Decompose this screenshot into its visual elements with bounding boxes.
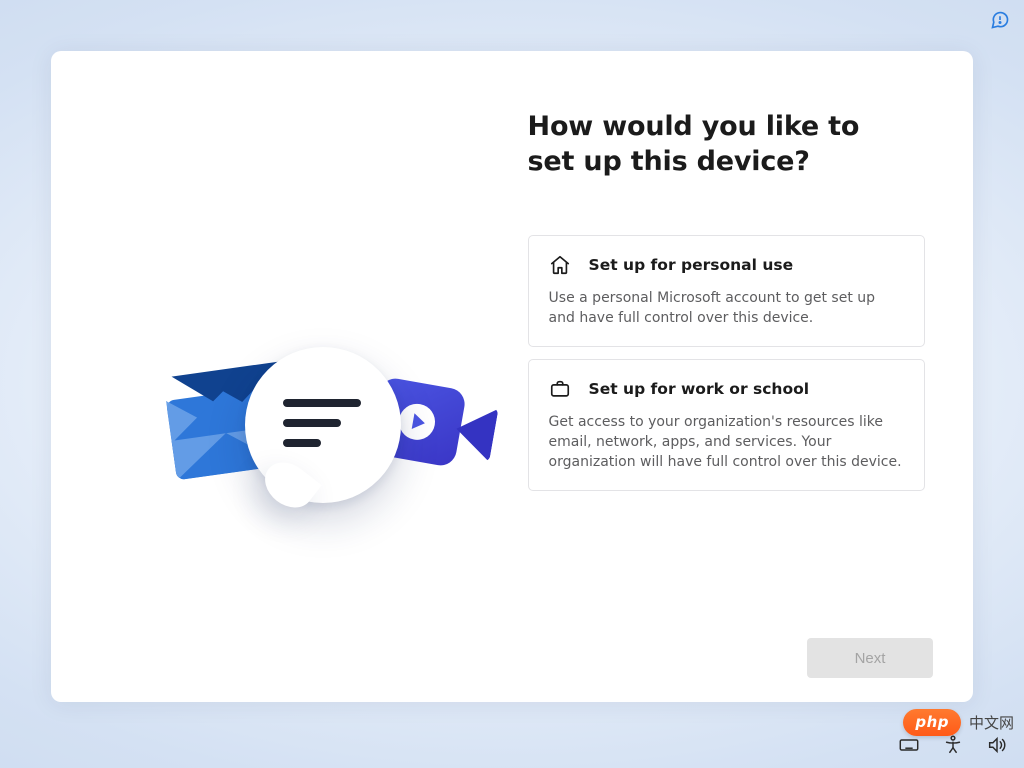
chat-bubble-icon xyxy=(245,347,401,503)
watermark: php 中文网 xyxy=(903,709,1014,736)
keyboard-icon[interactable] xyxy=(898,734,920,760)
option-title: Set up for work or school xyxy=(589,380,810,398)
option-title: Set up for personal use xyxy=(589,256,794,274)
page-title: How would you like to set up this device… xyxy=(528,109,908,179)
option-personal[interactable]: Set up for personal use Use a personal M… xyxy=(528,235,925,347)
option-desc: Get access to your organization's resour… xyxy=(549,412,904,472)
accessibility-icon[interactable] xyxy=(942,734,964,760)
content-pane: How would you like to set up this device… xyxy=(494,51,973,702)
watermark-text: 中文网 xyxy=(969,712,1014,733)
illustration-pane xyxy=(51,51,494,702)
home-icon xyxy=(549,254,571,276)
feedback-icon[interactable] xyxy=(990,10,1010,34)
setup-card: How would you like to set up this device… xyxy=(51,51,973,702)
volume-icon[interactable] xyxy=(986,734,1008,760)
briefcase-icon xyxy=(549,378,571,400)
next-button[interactable]: Next xyxy=(807,638,933,678)
option-work[interactable]: Set up for work or school Get access to … xyxy=(528,359,925,491)
setup-illustration xyxy=(171,371,491,551)
watermark-pill: php xyxy=(903,709,961,736)
option-desc: Use a personal Microsoft account to get … xyxy=(549,288,904,328)
